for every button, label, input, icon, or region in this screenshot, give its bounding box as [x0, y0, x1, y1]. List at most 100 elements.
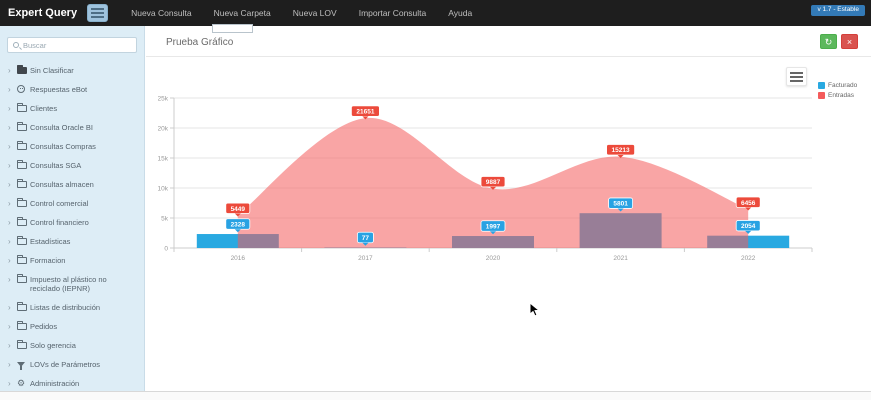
sidebar-item-lovs-de-par-metros[interactable]: › LOVs de Parámetros	[0, 355, 144, 374]
data-label: 15213	[606, 144, 636, 158]
chevron-right-icon[interactable]: ›	[8, 199, 17, 208]
chevron-right-icon[interactable]: ›	[8, 360, 17, 369]
chevron-right-icon[interactable]: ›	[8, 123, 17, 132]
nav-item-nueva-consulta[interactable]: Nueva Consulta	[120, 0, 202, 26]
legend-label: Entradas	[828, 92, 855, 99]
sidebar-item-solo-gerencia[interactable]: › Solo gerencia	[0, 336, 144, 355]
chevron-right-icon[interactable]: ›	[8, 322, 17, 331]
chevron-right-icon[interactable]: ›	[8, 341, 17, 350]
sidebar-item-label: Impuesto al plástico no reciclado (IEPNR…	[30, 275, 107, 293]
svg-text:2328: 2328	[231, 222, 246, 229]
hamburger-icon	[91, 8, 105, 10]
svg-text:2016: 2016	[231, 255, 246, 262]
sidebar-item-label: Administración	[30, 379, 80, 388]
nav-item-ayuda[interactable]: Ayuda	[437, 0, 483, 26]
nav-item-nueva-carpeta[interactable]: Nueva Carpeta	[203, 0, 282, 26]
refresh-button[interactable]: ↻	[820, 34, 837, 49]
sidebar-item-label: Consultas SGA	[30, 161, 82, 170]
sidebar-item-label: Control financiero	[30, 218, 89, 227]
content-header: Prueba Gráfico ↻ ×	[146, 26, 871, 57]
svg-text:2022: 2022	[741, 255, 756, 262]
sidebar-item-control-financiero[interactable]: › Control financiero	[0, 213, 144, 232]
app-brand: Expert Query	[8, 7, 78, 19]
legend-swatch	[818, 82, 825, 89]
svg-text:1997: 1997	[486, 224, 501, 231]
chart-area: Facturado Entradas 0 5k 10k 15k 20k 25k 2016 201…	[158, 67, 858, 278]
sidebar-item-impuesto-al-pl-stico-no-reciclado-iepnr[interactable]: › Impuesto al plástico no reciclado (IEPN…	[0, 270, 144, 298]
legend-item-facturado[interactable]: Facturado	[818, 82, 857, 89]
chart-legend: Facturado Entradas	[818, 82, 857, 99]
main-content: Prueba Gráfico ↻ × Facturado Entradas 0 5k…	[146, 26, 871, 400]
svg-text:20k: 20k	[158, 126, 169, 133]
chevron-right-icon[interactable]: ›	[8, 66, 17, 75]
chevron-right-icon[interactable]: ›	[8, 142, 17, 151]
svg-text:5801: 5801	[613, 201, 628, 208]
folder-icon	[17, 217, 30, 226]
legend-item-entradas[interactable]: Entradas	[818, 92, 857, 99]
popup-remnant	[212, 24, 253, 33]
sidebar-item-label: Formacion	[30, 256, 66, 265]
folder-icon	[17, 122, 30, 131]
svg-text:15k: 15k	[158, 156, 169, 163]
sidebar-item-respuestas-ebot[interactable]: › Respuestas eBot	[0, 80, 144, 99]
svg-text:10k: 10k	[158, 186, 169, 193]
sidebar-item-label: Solo gerencia	[30, 341, 76, 350]
folder-icon	[17, 321, 30, 330]
svg-text:5449: 5449	[231, 206, 246, 213]
sidebar-item-consultas-compras[interactable]: › Consultas Compras	[0, 137, 144, 156]
sidebar-item-consultas-almacen[interactable]: › Consultas almacen	[0, 175, 144, 194]
funnel-icon	[17, 360, 30, 370]
nav-item-importar-consulta[interactable]: Importar Consulta	[348, 0, 438, 26]
svg-text:2021: 2021	[613, 255, 628, 262]
svg-text:21651: 21651	[356, 109, 374, 116]
sidebar-item-estad-sticas[interactable]: › Estadísticas	[0, 232, 144, 251]
sidebar-item-clientes[interactable]: › Clientes	[0, 99, 144, 118]
folder-icon	[17, 340, 30, 349]
folder-icon	[17, 274, 30, 283]
sidebar-item-control-comercial[interactable]: › Control comercial	[0, 194, 144, 213]
svg-text:15213: 15213	[612, 147, 630, 154]
svg-text:2017: 2017	[358, 255, 373, 262]
gear-icon: ⚙	[17, 378, 26, 388]
close-button[interactable]: ×	[841, 34, 858, 49]
chevron-right-icon[interactable]: ›	[8, 161, 17, 170]
chevron-right-icon[interactable]: ›	[8, 303, 17, 312]
sidebar-item-label: LOVs de Parámetros	[30, 360, 101, 369]
chevron-right-icon[interactable]: ›	[8, 104, 17, 113]
sidebar-item-label: Sin Clasificar	[30, 66, 74, 75]
svg-text:2054: 2054	[741, 223, 756, 230]
svg-text:77: 77	[362, 235, 370, 242]
sidebar-item-label: Consultas Compras	[30, 142, 96, 151]
navbar-menu: Nueva Consulta Nueva Carpeta Nueva LOV Impo…	[120, 0, 483, 26]
sidebar-item-consulta-oracle-bi[interactable]: › Consulta Oracle BI	[0, 118, 144, 137]
sidebar-item-label: Consulta Oracle BI	[30, 123, 93, 132]
sidebar-search[interactable]	[7, 37, 137, 53]
sidebar-item-label: Clientes	[30, 104, 58, 113]
version-badge: v 1.7 - Estable	[811, 5, 865, 16]
chevron-right-icon[interactable]: ›	[8, 237, 17, 246]
svg-text:25k: 25k	[158, 96, 169, 103]
sidebar-item-label: Estadísticas	[30, 237, 71, 246]
search-input[interactable]	[19, 40, 129, 50]
chart-canvas: 0 5k 10k 15k 20k 25k 2016 2017 2020 2021 2022 5449 2…	[158, 96, 813, 262]
page-title: Prueba Gráfico	[166, 37, 234, 48]
chevron-right-icon[interactable]: ›	[8, 379, 17, 388]
sidebar-item-sin-clasificar[interactable]: › Sin Clasificar	[0, 61, 144, 80]
chevron-right-icon[interactable]: ›	[8, 218, 17, 227]
nav-item-nueva-lov[interactable]: Nueva LOV	[282, 0, 348, 26]
sidebar-item-listas-de-distribuci-n[interactable]: › Listas de distribución	[0, 298, 144, 317]
chevron-right-icon[interactable]: ›	[8, 256, 17, 265]
chevron-right-icon[interactable]: ›	[8, 180, 17, 189]
sidebar-toggle-button[interactable]	[87, 4, 109, 22]
sidebar-item-formacion[interactable]: › Formacion	[0, 251, 144, 270]
chevron-right-icon[interactable]: ›	[8, 85, 17, 94]
mouse-cursor	[529, 302, 541, 317]
folder-icon	[17, 255, 30, 264]
folder-icon	[17, 141, 30, 150]
chevron-right-icon[interactable]: ›	[8, 275, 17, 284]
svg-text:0: 0	[164, 246, 168, 253]
sidebar-item-consultas-sga[interactable]: › Consultas SGA	[0, 156, 144, 175]
folder-icon	[17, 65, 30, 74]
sidebar-item-pedidos[interactable]: › Pedidos	[0, 317, 144, 336]
legend-label: Facturado	[828, 82, 858, 89]
